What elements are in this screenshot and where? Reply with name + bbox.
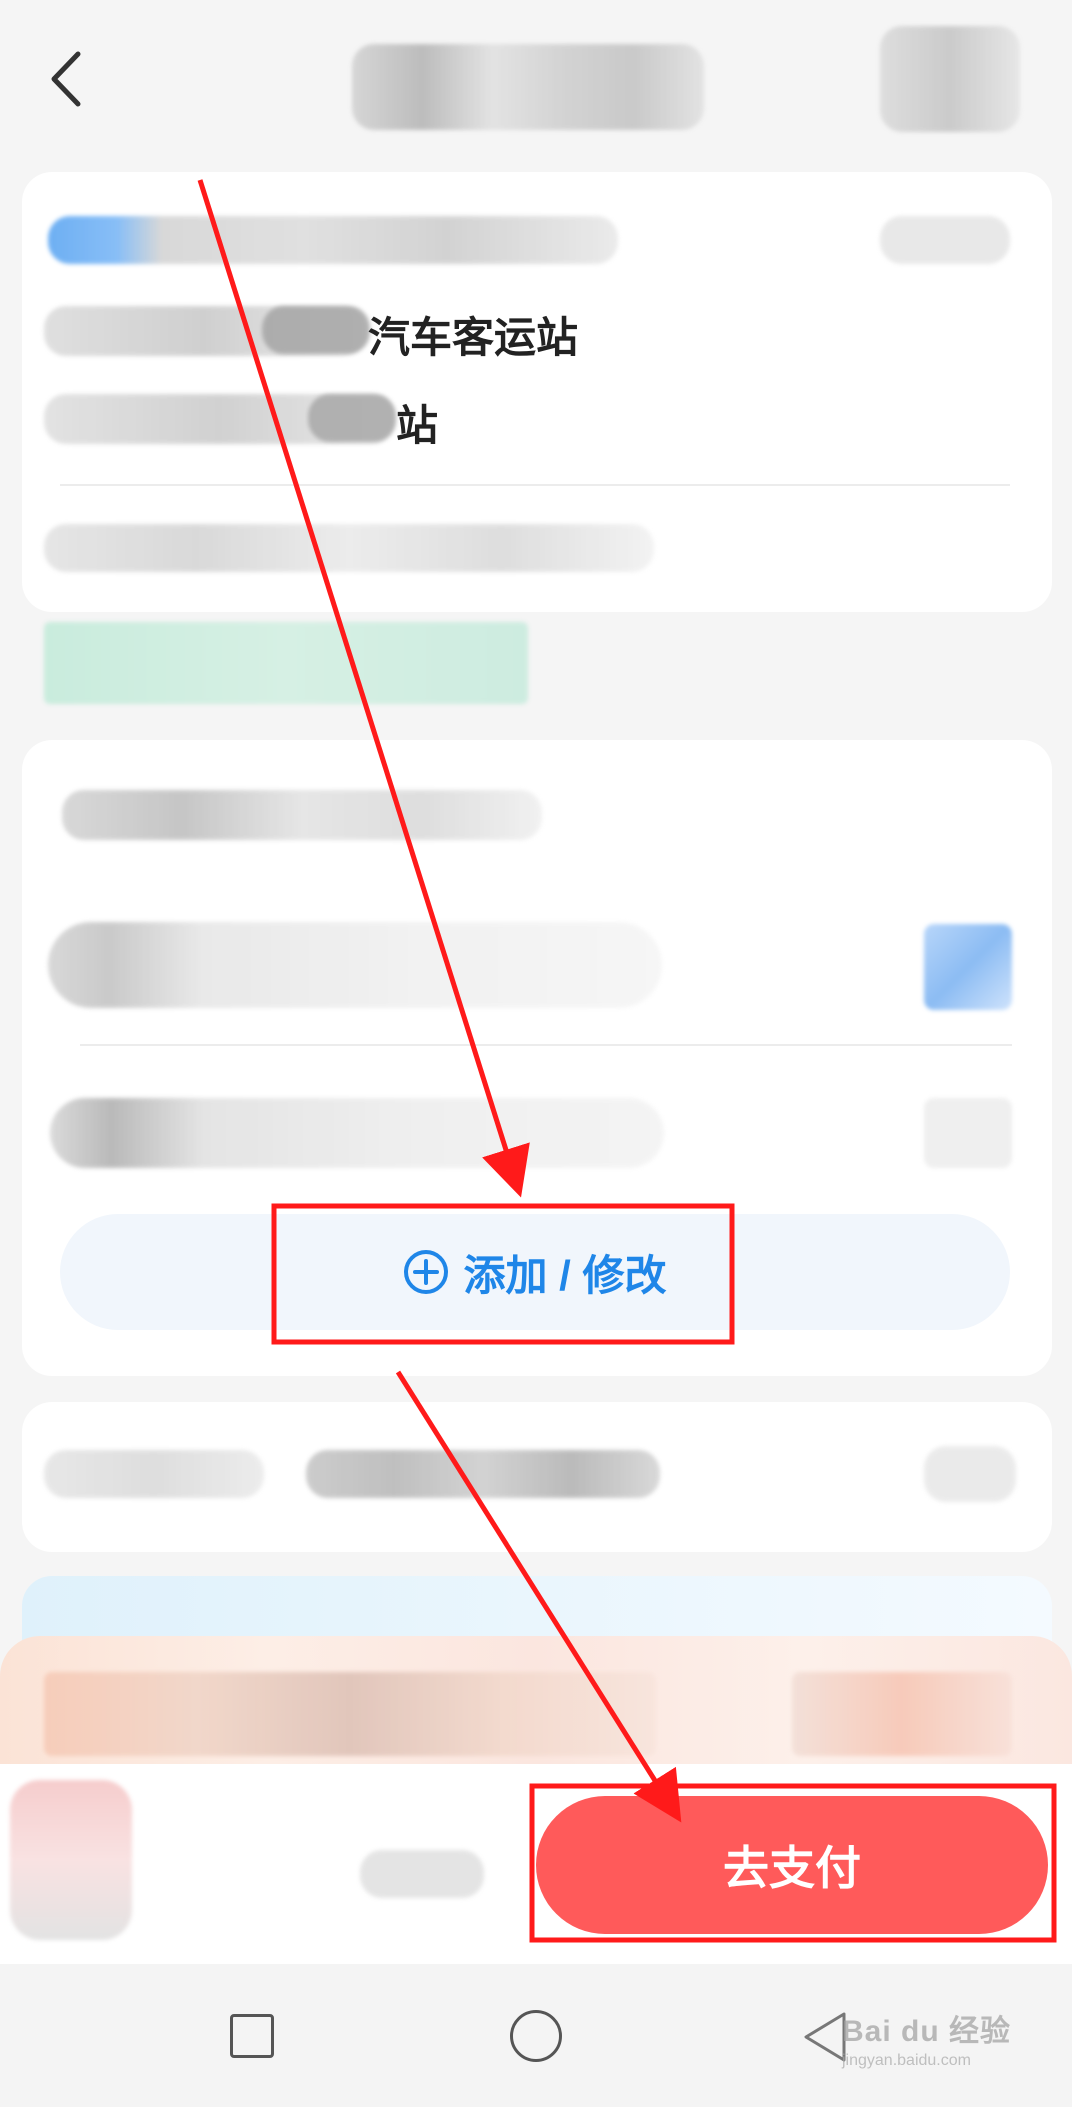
annotation-arrow-2 [395,1370,682,1823]
annotation-box-pay [529,1783,1057,1943]
annotation-overlay [197,179,1057,1943]
annotation-arrow-1 [197,179,530,1198]
annotation-box-add [271,1203,735,1345]
